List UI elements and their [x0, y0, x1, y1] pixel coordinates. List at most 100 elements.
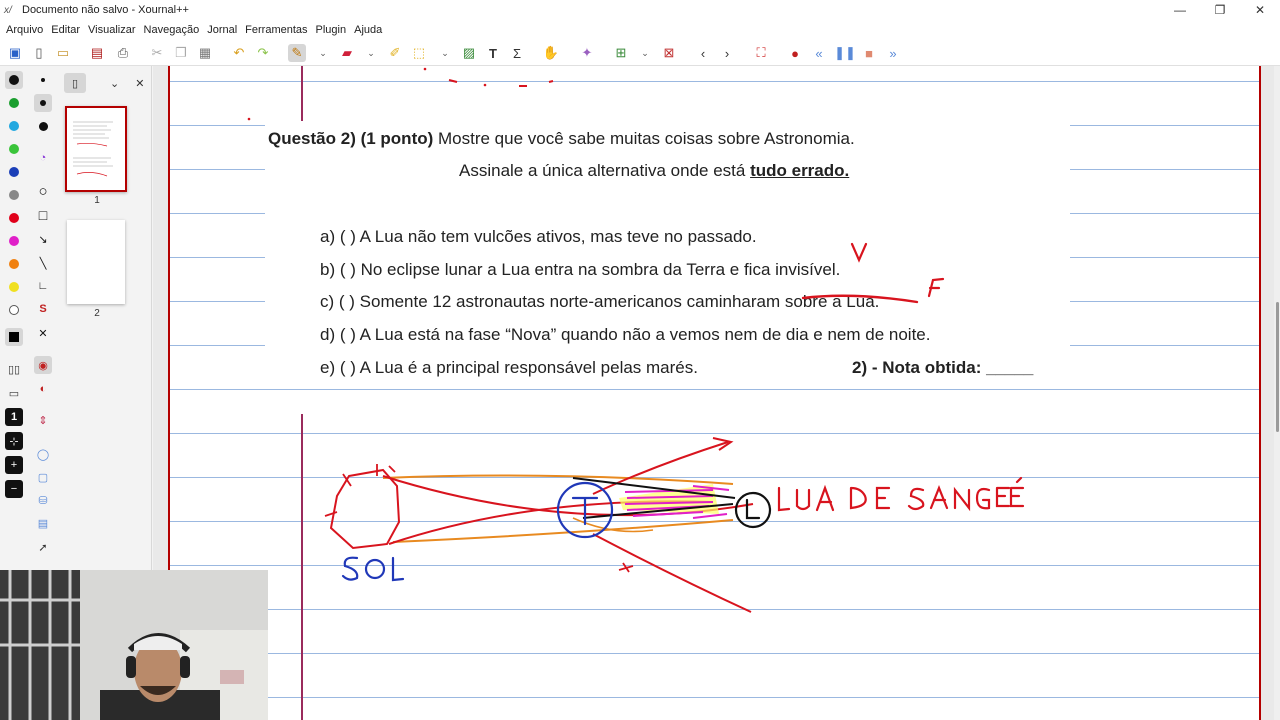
default-tool-icon[interactable]: ✦ [578, 44, 596, 62]
vertical-scrollbar[interactable] [1274, 66, 1280, 720]
select-shapes-icon[interactable]: ⬚ [410, 44, 428, 62]
main-toolbar: ▣ ▯ ▭ ▤ ⎙ ✂ ❐ ▦ ↶ ↷ ✎ ⌄ ▰ ⌄ ✐ ⬚ ⌄ ▨ T Σ … [0, 40, 1280, 66]
menu-ferramentas[interactable]: Ferramentas [241, 24, 311, 36]
page-preview-icon[interactable]: ▯ [64, 73, 86, 93]
highlighter-icon[interactable]: ✐ [386, 44, 404, 62]
redo-icon[interactable]: ↷ [254, 44, 272, 62]
next-page-icon[interactable]: › [718, 44, 736, 62]
draw-circle-icon[interactable]: ○ [34, 182, 52, 200]
latex-icon[interactable]: Σ [508, 44, 526, 62]
title-bar: x/ Documento não salvo - Xournal++ — ❐ ✕ [0, 0, 1280, 20]
layer-one-icon[interactable]: 1 [5, 408, 23, 426]
draw-rectangle-icon[interactable]: □ [34, 206, 52, 224]
fast-forward-icon[interactable]: » [884, 44, 902, 62]
vertical-space-icon[interactable]: ⇕ [34, 411, 52, 429]
fullscreen-icon[interactable]: ⛶ [752, 44, 770, 62]
color-swatch-gray[interactable] [5, 186, 23, 204]
export-pdf-icon[interactable]: ▤ [88, 44, 106, 62]
select-rect-icon[interactable]: ▢ [34, 468, 52, 486]
page-thumbnail-1[interactable] [65, 106, 127, 192]
stop-icon[interactable]: ■ [860, 44, 878, 62]
close-button[interactable]: ✕ [1240, 0, 1280, 20]
menu-arquivo[interactable]: Arquivo [2, 24, 47, 36]
rewind-icon[interactable]: « [810, 44, 828, 62]
menu-navegacao[interactable]: Navegação [140, 24, 204, 36]
color-swatch-blue[interactable] [5, 163, 23, 181]
menu-visualizar[interactable]: Visualizar [84, 24, 140, 36]
xournal-app-icon: x/ [4, 4, 12, 16]
draw-line-icon[interactable]: ╲ [34, 254, 52, 272]
menu-jornal[interactable]: Jornal [203, 24, 241, 36]
print-icon[interactable]: ⎙ [114, 44, 132, 62]
chevron-down-icon[interactable]: ⌄ [362, 44, 380, 62]
draw-axis-icon[interactable]: ∟ [34, 277, 52, 295]
eraser-icon[interactable]: ▰ [338, 44, 356, 62]
paste-icon[interactable]: ▦ [196, 44, 214, 62]
chevron-down-icon[interactable]: ⌄ [636, 44, 654, 62]
page-thumbnail-2[interactable] [67, 220, 125, 304]
copy-icon[interactable]: ❐ [172, 44, 190, 62]
menu-ajuda[interactable]: Ajuda [350, 24, 386, 36]
pen-size-fine-icon[interactable] [34, 71, 52, 89]
color-swatch-orange[interactable] [5, 255, 23, 273]
text-tool-icon[interactable]: T [484, 44, 502, 62]
pen-size-medium-icon[interactable] [34, 94, 52, 112]
zoom-in-icon[interactable]: + [5, 456, 23, 474]
color-swatch-magenta[interactable] [5, 232, 23, 250]
pen-tool-icon[interactable]: ✎ [288, 44, 306, 62]
handwriting-layer [247, 67, 1025, 613]
save-icon[interactable]: ▣ [6, 44, 24, 62]
document-canvas[interactable]: Questão 2) (1 ponto) Mostre que você sab… [153, 66, 1280, 720]
window-title: Documento não salvo - Xournal++ [22, 4, 189, 16]
zoom-out-icon[interactable]: − [5, 480, 23, 498]
page-number-2: 2 [94, 308, 100, 319]
open-folder-icon[interactable]: ▭ [54, 44, 72, 62]
new-document-icon[interactable]: ▯ [30, 44, 48, 62]
presentation-icon[interactable]: ▭ [5, 384, 23, 402]
webcam-overlay [0, 570, 268, 720]
select-region-icon[interactable]: ◯ [34, 445, 52, 463]
image-icon[interactable]: ▨ [460, 44, 478, 62]
color-swatch-black[interactable] [5, 71, 23, 89]
hand-tool-icon[interactable]: ✋ [542, 44, 560, 62]
color-swatch-white[interactable] [5, 301, 23, 319]
chevron-down-icon[interactable]: ⌄ [436, 44, 454, 62]
undo-icon[interactable]: ↶ [230, 44, 248, 62]
minimize-button[interactable]: — [1160, 0, 1200, 20]
draw-arrow-icon[interactable]: ↘ [34, 230, 52, 248]
draw-spline-icon[interactable]: S [34, 300, 52, 318]
play-object-icon[interactable]: ▤ [34, 514, 52, 532]
close-icon[interactable]: ✕ [135, 77, 144, 90]
color-swatch-lightgreen[interactable] [5, 140, 23, 158]
cut-icon[interactable]: ✂ [148, 44, 166, 62]
fill-color-icon[interactable] [5, 328, 23, 346]
zoom-fit-icon[interactable]: ⊹ [5, 432, 23, 450]
insert-page-icon[interactable]: ⊞ [612, 44, 630, 62]
cursor-icon[interactable]: ➚ [34, 538, 52, 556]
color-swatch-lightblue[interactable] [5, 117, 23, 135]
page-preview-sidebar: ▯ ⌄ ✕ 1 2 [60, 66, 152, 570]
select-object-icon[interactable]: ⛁ [34, 491, 52, 509]
menu-editar[interactable]: Editar [47, 24, 84, 36]
scrollbar-thumb[interactable] [1276, 302, 1279, 432]
pen-size-thick-icon[interactable] [34, 117, 52, 135]
shape-recognizer-icon[interactable]: ✕ [34, 324, 52, 342]
menu-bar: Arquivo Editar Visualizar Navegação Jorn… [0, 20, 1280, 40]
record-icon[interactable]: ● [786, 44, 804, 62]
tool-palette: ▯▯ ▭ 1 ⊹ + − ◔ ○ □ ↘ ╲ ∟ S ✕ ◉ ◐ ⇕ ◯ ▢ ⛁… [0, 66, 58, 570]
ruler-icon[interactable]: ◉ [34, 356, 52, 374]
previous-page-icon[interactable]: ‹ [694, 44, 712, 62]
color-swatch-yellow[interactable] [5, 278, 23, 296]
fill-pen-icon[interactable]: ◔ [34, 149, 52, 167]
color-swatch-green[interactable] [5, 94, 23, 112]
chevron-down-icon[interactable]: ⌄ [110, 77, 119, 90]
maximize-button[interactable]: ❐ [1200, 0, 1240, 20]
chevron-down-icon[interactable]: ⌄ [314, 44, 332, 62]
color-swatch-red[interactable] [5, 209, 23, 227]
sidebar-header: ▯ ⌄ ✕ [64, 72, 148, 94]
magnet-icon[interactable]: ◐ [34, 380, 52, 398]
two-pages-icon[interactable]: ▯▯ [5, 360, 23, 378]
pause-icon[interactable]: ❚❚ [834, 44, 856, 62]
menu-plugin[interactable]: Plugin [312, 24, 351, 36]
delete-page-icon[interactable]: ⊠ [660, 44, 678, 62]
